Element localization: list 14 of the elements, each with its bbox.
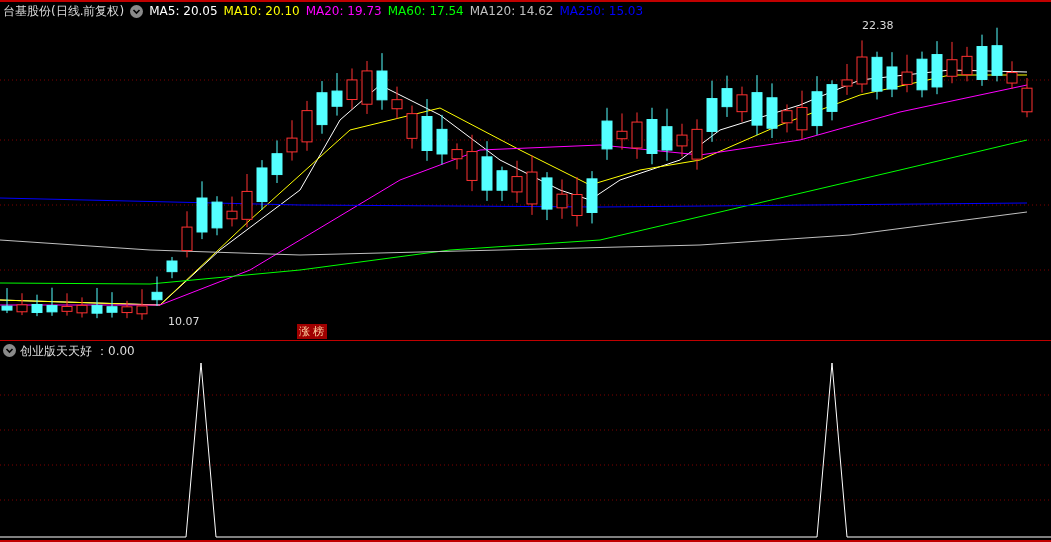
dropdown-icon[interactable] [130,4,144,18]
moving-average-label: MA20: 19.73 [305,3,382,20]
high-price-label: 22.38 [862,18,894,34]
indicator-value: ：0.00 [96,342,135,360]
stock-title: 台基股份(日线.前复权) [3,3,125,20]
moving-average-label: MA120: 14.62 [469,3,554,20]
moving-average-label: MA60: 17.54 [387,3,464,20]
moving-average-label: MA5: 20.05 [149,3,218,20]
moving-average-label: MA10: 20.10 [223,3,300,20]
limit-up-badge: 涨 榜 [297,324,327,339]
low-price-label: 10.07 [168,314,200,330]
moving-average-label: MA250: 15.03 [559,3,644,20]
dropdown-icon[interactable] [3,344,16,357]
indicator-name: 创业版天天好 [20,342,92,360]
